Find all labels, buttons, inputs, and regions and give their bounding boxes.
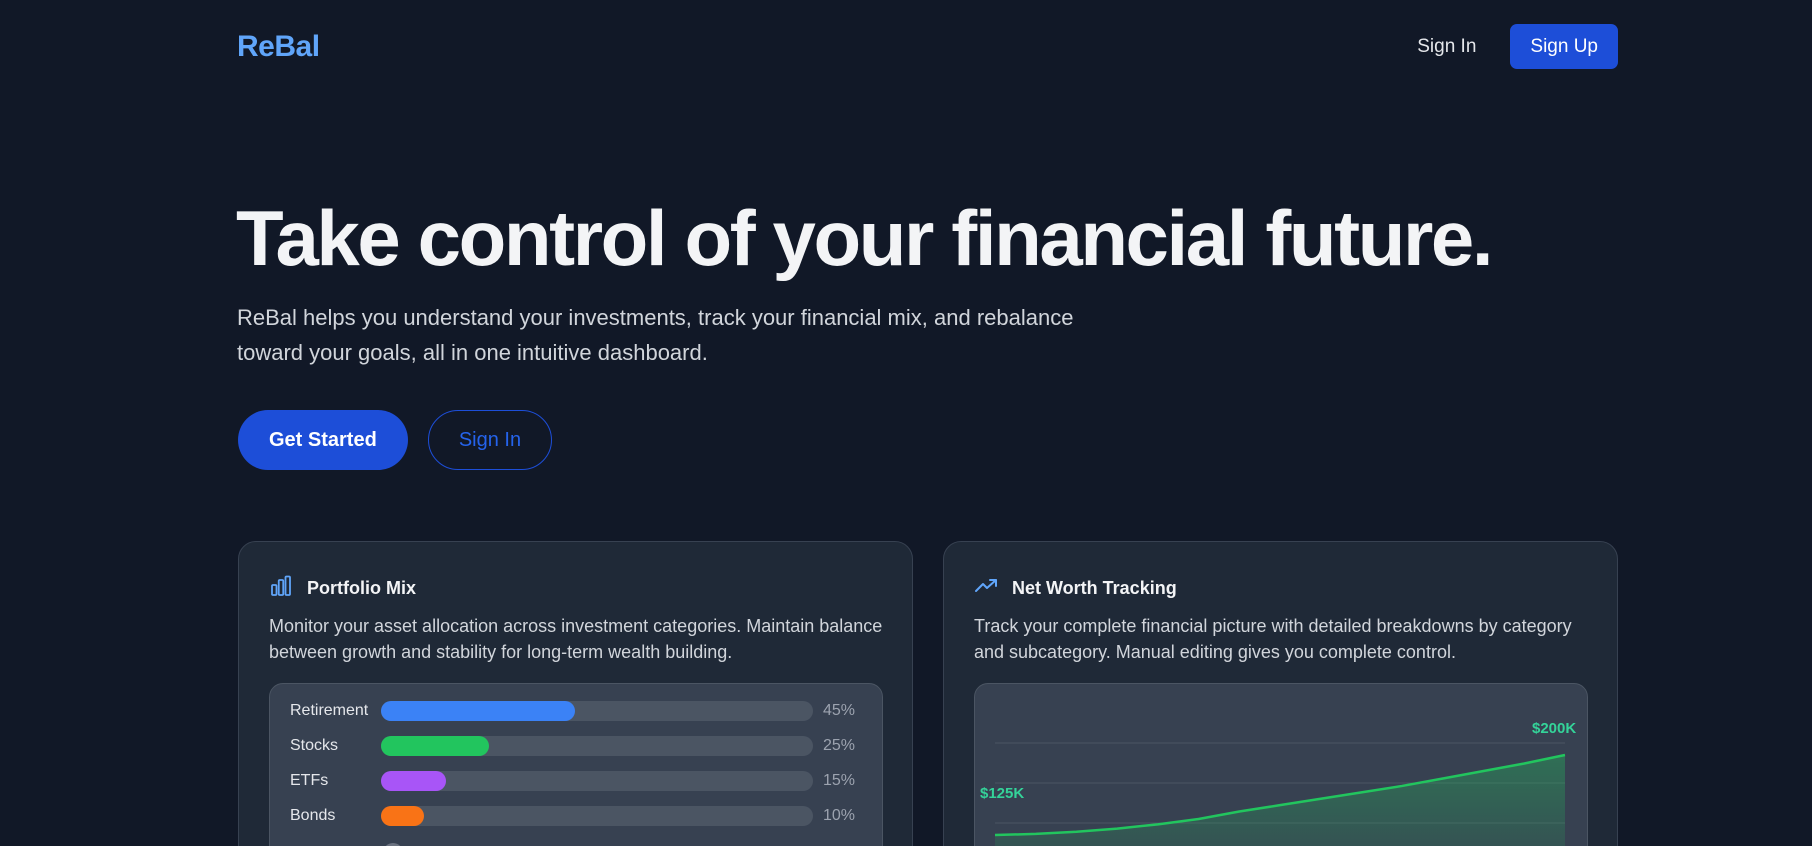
- networth-chart-panel: $125K $200K: [974, 683, 1588, 846]
- portfolio-card-title: Portfolio Mix: [307, 578, 416, 598]
- allocation-label: Retirement: [290, 702, 369, 719]
- portfolio-card-header: Portfolio Mix: [269, 574, 416, 603]
- nav-signup-button[interactable]: Sign Up: [1510, 24, 1618, 69]
- allocation-row: Bonds 10%: [290, 805, 860, 827]
- portfolio-card-description: Monitor your asset allocation across inv…: [269, 616, 883, 662]
- nav-signin-link[interactable]: Sign In: [1417, 36, 1476, 58]
- networth-card-description: Track your complete financial picture wi…: [974, 616, 1572, 662]
- networth-card-title: Net Worth Tracking: [1012, 578, 1177, 598]
- allocation-bar-track: [381, 701, 813, 721]
- portfolio-mix-card: Portfolio Mix Monitor your asset allocat…: [238, 541, 913, 846]
- allocation-percent: 45%: [823, 702, 856, 719]
- allocation-row: ETFs 15%: [290, 770, 860, 792]
- networth-chart: [994, 742, 1566, 846]
- hero-cta-group: Get Started Sign In: [238, 410, 553, 470]
- allocation-label: ETFs: [290, 772, 329, 789]
- allocation-bar-fill: [381, 806, 425, 826]
- hero-subtitle: ReBal helps you understand your investme…: [237, 305, 1074, 365]
- hero-signin-button[interactable]: Sign In: [427, 410, 553, 470]
- allocation-label: Bonds: [290, 807, 336, 824]
- allocation-label: Stocks: [290, 737, 339, 754]
- chart-start-value-label: $125K: [980, 785, 1025, 802]
- nav-actions: Sign In Sign Up: [1417, 24, 1618, 69]
- allocation-bar-fill: [381, 701, 576, 721]
- hero-title: Take control of your financial future.: [236, 194, 1494, 282]
- allocation-bars-panel: Retirement 45% Stocks 25% ETFs 15% Bonds 10%: [269, 683, 883, 846]
- get-started-button[interactable]: Get Started: [238, 410, 408, 470]
- allocation-bar-track: [381, 736, 813, 756]
- allocation-percent: 25%: [823, 737, 856, 754]
- allocation-percent: 10%: [823, 807, 856, 824]
- allocation-bar-track: [381, 806, 813, 826]
- allocation-bar-fill: [381, 736, 489, 756]
- bar-chart-icon: [269, 574, 293, 603]
- trending-up-icon: [974, 574, 998, 603]
- allocation-bar-fill: [381, 771, 446, 791]
- allocation-row: Stocks 25%: [290, 735, 860, 757]
- allocation-percent: 15%: [823, 772, 856, 789]
- allocation-row: Retirement 45%: [290, 700, 860, 722]
- net-worth-card: Net Worth Tracking Track your complete f…: [943, 541, 1618, 846]
- logo[interactable]: ReBal: [237, 30, 320, 64]
- top-nav: ReBal Sign In Sign Up: [237, 24, 1618, 69]
- chart-end-value-label: $200K: [1532, 720, 1577, 737]
- networth-card-header: Net Worth Tracking: [974, 574, 1177, 603]
- allocation-bar-track: [381, 771, 813, 791]
